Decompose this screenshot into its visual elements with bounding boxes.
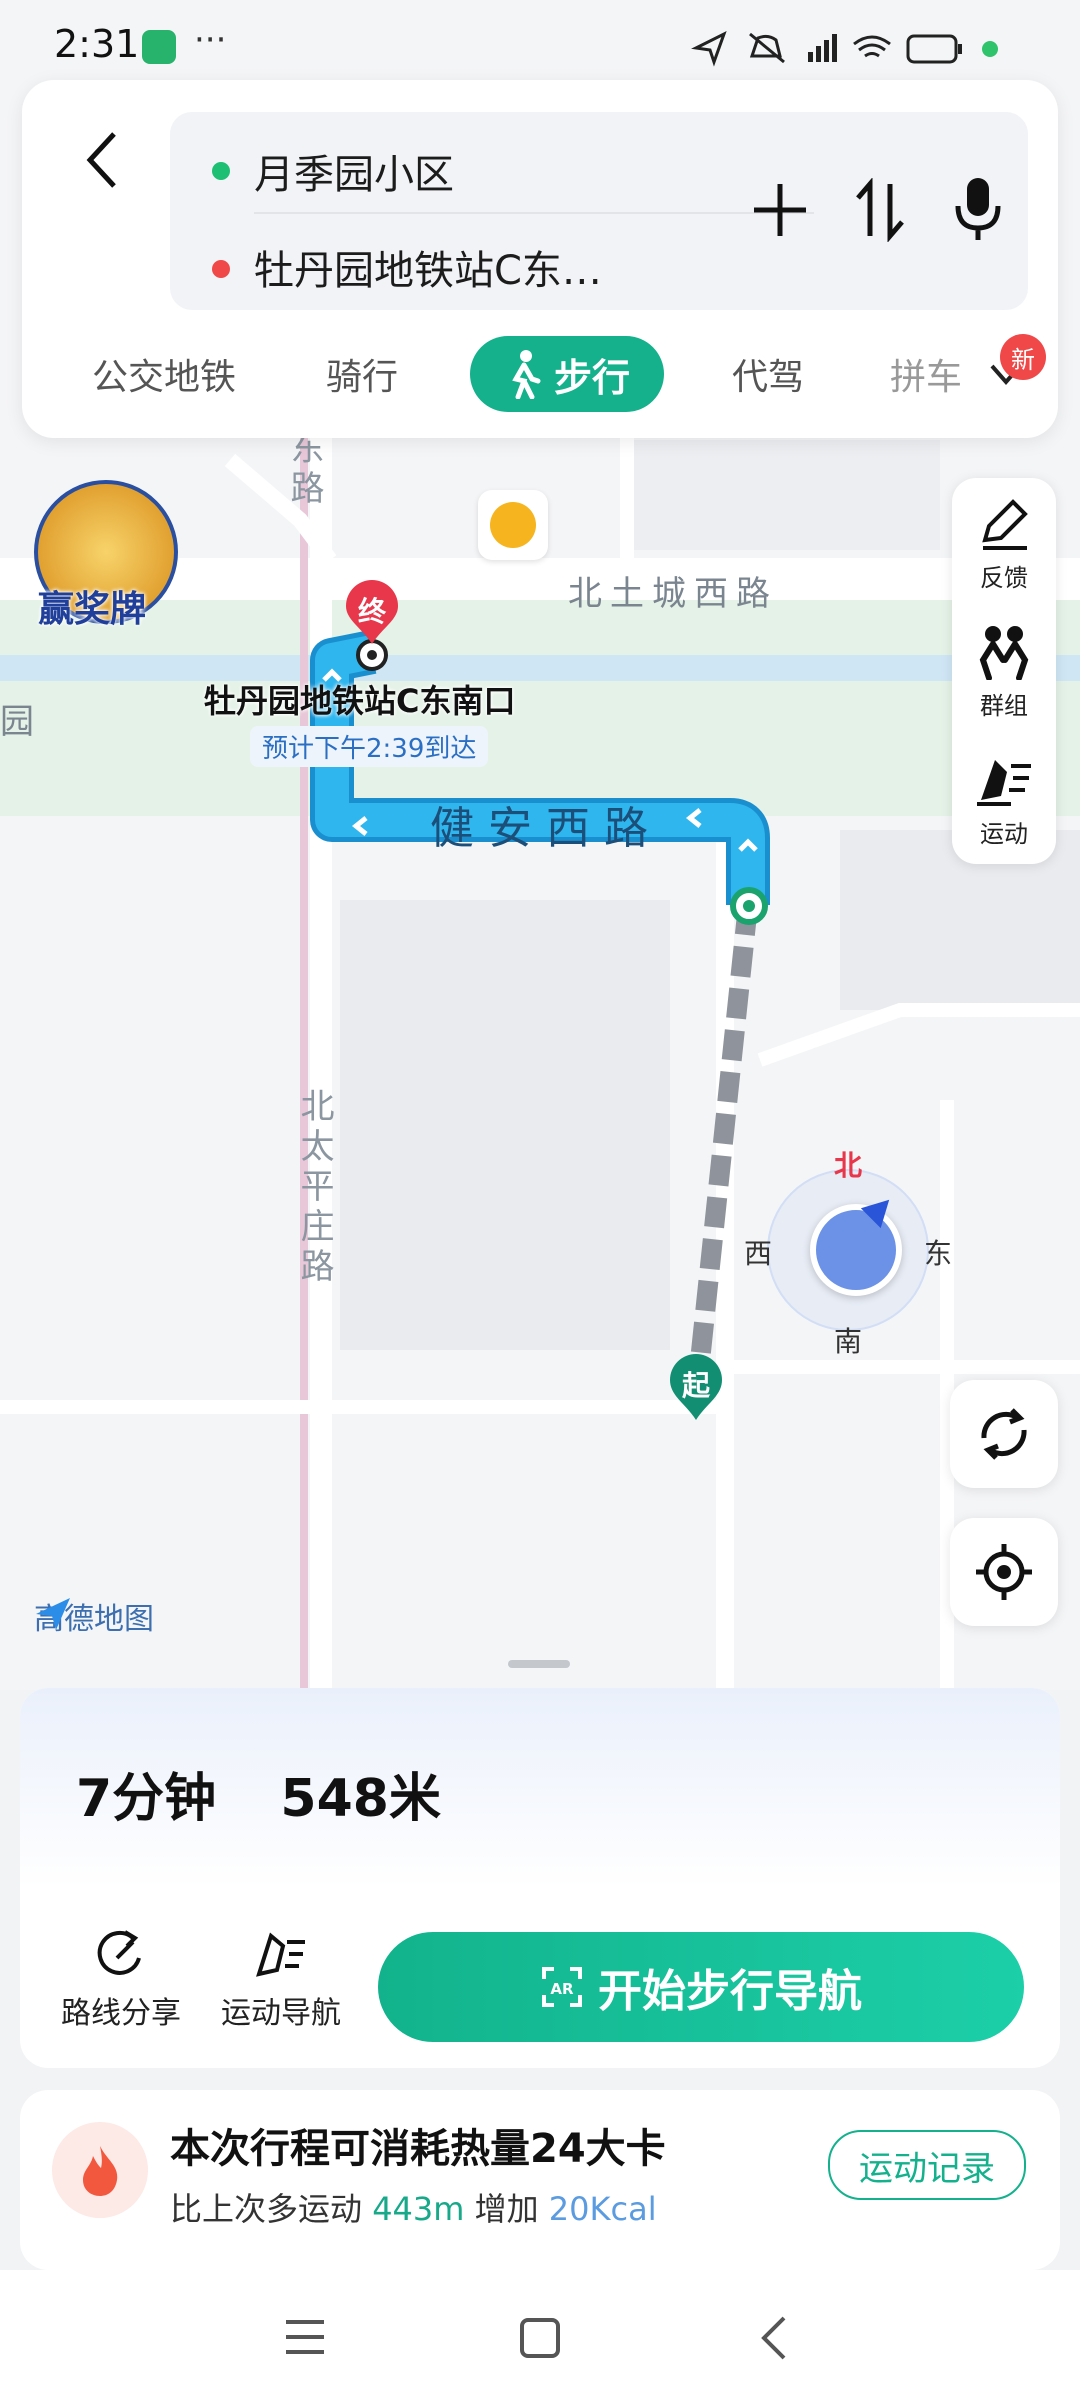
new-badge: 新 (1000, 334, 1046, 380)
road-label-partial: 东路 (284, 430, 324, 510)
shield-app-icon (142, 30, 176, 64)
group-icon (979, 626, 1029, 681)
route-card: 月季园小区 牡丹园地铁站C东… 公交地铁 骑行 步行 代驾 拼车 新 (22, 80, 1058, 438)
calorie-sub-mid: 增加 (474, 2190, 539, 2228)
plus-icon (754, 184, 806, 236)
calorie-title: 本次行程可消耗热量24大卡 (170, 2126, 666, 2172)
sport-record-button[interactable]: 运动记录 (828, 2130, 1026, 2200)
home-square-icon (520, 2318, 560, 2358)
add-waypoint-button[interactable] (748, 178, 812, 242)
refresh-route-button[interactable] (950, 1380, 1058, 1488)
recording-dot-icon (982, 41, 998, 57)
road-label-route: 健安西路 (430, 803, 662, 854)
compass-west: 西 (744, 1237, 773, 1270)
tab-carpool[interactable]: 拼车 (890, 342, 966, 414)
origin-dot-icon (212, 162, 230, 180)
calorie-extra-distance: 443m (372, 2190, 465, 2228)
status-icons (691, 30, 998, 67)
share-icon (97, 1930, 141, 1975)
locate-me-button[interactable] (950, 1518, 1058, 1626)
compass-south: 南 (834, 1325, 863, 1358)
calorie-sub-prefix: 比上次多运动 (170, 2190, 363, 2228)
sheet-drag-handle[interactable] (508, 1660, 570, 1668)
map-tools-panel: 反馈 群组 运动 (952, 478, 1056, 864)
microphone-icon (955, 178, 1001, 240)
back-nav-button[interactable] (748, 2310, 802, 2366)
menu-icon (286, 2320, 324, 2354)
sport-nav-icon (256, 1932, 305, 1977)
feedback-tool[interactable]: 反馈 (952, 496, 1056, 593)
sport-navigation-button[interactable]: 运动导航 (206, 1928, 356, 2032)
swap-route-button[interactable] (852, 177, 908, 243)
swap-icon (856, 177, 904, 243)
road-label-left-edge: 园 (0, 702, 34, 742)
edit-icon (982, 499, 1028, 550)
walking-icon (512, 350, 541, 399)
sport-navigation-label: 运动导航 (221, 1996, 341, 2031)
back-arrow-icon (86, 132, 116, 188)
locate-icon (976, 1544, 1032, 1600)
origin-field[interactable]: 月季园小区 (254, 142, 454, 200)
poi-marker[interactable] (478, 490, 548, 560)
svg-text:AR: AR (550, 1980, 574, 1998)
route-summary-card: 7分钟 548米 路线分享 运动导航 AR 开始步行导航 (20, 1688, 1060, 2068)
route-distance: 548米 (280, 1769, 441, 1829)
group-tool[interactable]: 群组 (952, 624, 1056, 721)
back-chevron-icon (761, 2316, 786, 2360)
calorie-extra-kcal: 20Kcal (548, 2190, 657, 2228)
refresh-icon (981, 1408, 1027, 1460)
compass-east: 东 (924, 1237, 953, 1270)
route-summary: 7分钟 548米 (76, 1756, 441, 1831)
ar-icon: AR (542, 1967, 582, 2007)
calorie-card: 本次行程可消耗热量24大卡 比上次多运动 443m 增加 20Kcal 运动记录 (20, 2090, 1060, 2270)
location-icon (691, 30, 727, 67)
fire-icon (52, 2122, 148, 2218)
menu-nav-button[interactable] (278, 2310, 332, 2364)
share-route-button[interactable]: 路线分享 (46, 1928, 196, 2032)
system-navigation-bar (0, 2270, 1080, 2400)
start-walking-navigation-button[interactable]: AR 开始步行导航 (378, 1932, 1024, 2042)
run-icon (977, 760, 1031, 806)
poi-icon (490, 502, 536, 548)
tab-transit[interactable]: 公交地铁 (92, 342, 236, 414)
destination-dot-icon (212, 260, 230, 278)
tab-walking[interactable]: 步行 (470, 336, 664, 412)
group-label: 群组 (980, 692, 1028, 720)
promo-label: 赢奖牌 (38, 589, 147, 630)
voice-input-button[interactable] (950, 174, 1006, 244)
battery-icon (906, 34, 958, 64)
divider (254, 212, 814, 214)
destination-map-label: 牡丹园地铁站C东南口 (204, 682, 516, 720)
more-notifications-icon: ··· (194, 20, 227, 60)
tab-cycling[interactable]: 骑行 (326, 342, 398, 414)
start-marker[interactable]: 起 (666, 1352, 726, 1422)
start-marker-label: 起 (681, 1369, 710, 1402)
end-marker[interactable]: 终 (342, 580, 402, 646)
end-marker-label: 终 (357, 595, 386, 628)
compass-north: 北 (834, 1149, 863, 1182)
destination-field[interactable]: 牡丹园地铁站C东… (254, 238, 602, 296)
start-walking-navigation-label: 开始步行导航 (598, 1966, 862, 2017)
signal-icon (808, 52, 813, 62)
calorie-comparison: 比上次多运动 443m 增加 20Kcal (170, 2184, 657, 2230)
share-route-label: 路线分享 (61, 1996, 181, 2031)
tab-designated-driver[interactable]: 代驾 (732, 342, 804, 414)
feedback-label: 反馈 (980, 564, 1028, 592)
status-time: 2:31 (54, 22, 140, 66)
eta-label: 预计下午2:39到达 (250, 726, 489, 767)
amap-logo-icon (36, 1598, 70, 1630)
compass: 北 南 西 东 (744, 1144, 952, 1364)
road-label-top: 北土城西路 (568, 574, 778, 614)
home-nav-button[interactable] (512, 2310, 568, 2366)
tab-walking-label: 步行 (553, 355, 630, 400)
wifi-icon (853, 35, 891, 58)
sport-tool[interactable]: 运动 (952, 752, 1056, 849)
route-inputs: 月季园小区 牡丹园地铁站C东… (170, 112, 1028, 310)
route-duration: 7分钟 (76, 1769, 217, 1829)
road-label-vertical: 北太平庄路 (294, 1088, 334, 1288)
back-button[interactable] (62, 120, 142, 200)
promo-medal[interactable]: 赢奖牌 (26, 480, 178, 632)
map-logo: 高德地图 (34, 1594, 154, 1638)
sport-label: 运动 (980, 820, 1028, 848)
